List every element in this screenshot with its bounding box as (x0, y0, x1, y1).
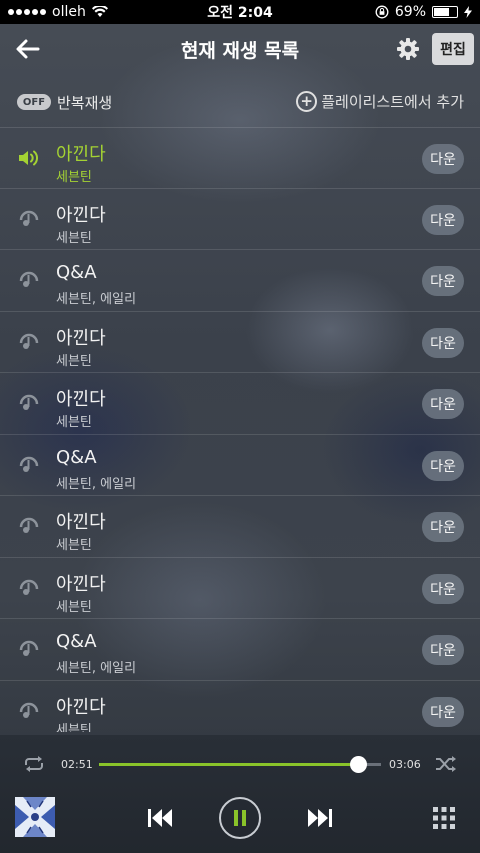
music-note-icon (19, 333, 39, 349)
track-artist: 세븐틴 (56, 415, 92, 430)
track-row[interactable]: 아낀다 세븐틴 다운 (0, 680, 480, 732)
download-button[interactable]: 다운 (422, 389, 464, 419)
repeat-toggle[interactable]: OFF (17, 94, 51, 110)
track-row[interactable]: Q&A 세븐틴, 에일리 다운 (0, 618, 480, 679)
header: 현재 재생 목록 편집 (0, 24, 480, 74)
progress-fill (99, 763, 359, 766)
signal-dots-icon (8, 9, 46, 15)
track-title: Q&A (56, 447, 97, 468)
download-button[interactable]: 다운 (422, 205, 464, 235)
music-note-icon (19, 517, 39, 533)
carrier-label: olleh (52, 4, 86, 20)
music-note-icon (19, 640, 39, 656)
wifi-icon (91, 6, 108, 17)
track-row[interactable]: Q&A 세븐틴, 에일리 다운 (0, 434, 480, 495)
track-title: 아낀다 (56, 389, 106, 410)
track-artist: 세븐틴 (56, 231, 92, 246)
music-note-icon (19, 394, 39, 410)
track-artist: 세븐틴, 에일리 (56, 477, 137, 492)
total-time: 03:06 (389, 758, 421, 771)
options-row: OFF 반복재생 + 플레이리스트에서 추가 (0, 82, 480, 122)
track-title: Q&A (56, 262, 97, 283)
grid-icon[interactable] (432, 806, 456, 830)
music-note-icon (19, 702, 39, 718)
current-time: 02:51 (61, 758, 93, 771)
charging-icon (464, 6, 472, 18)
music-note-icon (19, 271, 39, 287)
add-from-playlist-button[interactable]: + 플레이리스트에서 추가 (296, 91, 464, 112)
add-playlist-label: 플레이리스트에서 추가 (321, 93, 464, 111)
status-bar: olleh 오전 2:04 69% (0, 0, 480, 24)
track-row[interactable]: 아낀다 세븐틴 다운 (0, 495, 480, 556)
progress-handle[interactable] (350, 756, 368, 773)
edit-button[interactable]: 편집 (432, 33, 474, 65)
pause-icon (234, 810, 246, 826)
download-button[interactable]: 다운 (422, 144, 464, 174)
skip-previous-icon[interactable] (146, 805, 174, 831)
orientation-lock-icon (375, 5, 389, 19)
repeat-label: 반복재생 (57, 94, 113, 112)
gear-icon[interactable] (396, 37, 420, 61)
shuffle-icon[interactable] (434, 754, 458, 774)
music-note-icon (19, 210, 39, 226)
track-row[interactable]: 아낀다 세븐틴 다운 (0, 372, 480, 433)
track-title: 아낀다 (56, 328, 106, 349)
track-artist: 세븐틴 (56, 600, 92, 615)
status-time: 오전 2:04 (207, 5, 273, 21)
track-artist: 세븐틴, 에일리 (56, 292, 137, 307)
download-button[interactable]: 다운 (422, 451, 464, 481)
album-art-thumbnail[interactable] (15, 797, 55, 837)
progress-slider[interactable] (99, 756, 381, 773)
track-artist: 세븐틴 (56, 538, 92, 553)
back-button[interactable] (14, 36, 40, 62)
track-artist: 세븐틴, 에일리 (56, 661, 137, 676)
album-cover-image (15, 797, 55, 837)
plus-circle-icon: + (296, 91, 318, 112)
battery-icon (432, 6, 458, 18)
music-note-icon (19, 456, 39, 472)
track-row[interactable]: Q&A 세븐틴, 에일리 다운 (0, 249, 480, 310)
skip-next-icon[interactable] (306, 805, 334, 831)
track-artist: 세븐틴 (56, 354, 92, 369)
track-row[interactable]: 아낀다 세븐틴 다운 (0, 311, 480, 372)
track-list: 아낀다 세븐틴 다운 아낀다 세븐틴 다운 Q&A 세븐틴, 에일리 다운 아낀… (0, 127, 480, 732)
track-artist: 세븐틴 (56, 170, 92, 185)
download-button[interactable]: 다운 (422, 635, 464, 665)
track-title: 아낀다 (56, 144, 106, 165)
battery-percent: 69% (394, 4, 426, 20)
download-button[interactable]: 다운 (422, 266, 464, 296)
repeat-icon[interactable] (22, 754, 46, 774)
track-row[interactable]: 아낀다 세븐틴 다운 (0, 127, 480, 188)
track-artist: 세븐틴 (56, 723, 92, 732)
download-button[interactable]: 다운 (422, 512, 464, 542)
download-button[interactable]: 다운 (422, 697, 464, 727)
pause-button[interactable] (219, 797, 261, 839)
download-button[interactable]: 다운 (422, 574, 464, 604)
track-title: 아낀다 (56, 697, 106, 718)
track-title: 아낀다 (56, 574, 106, 595)
track-title: Q&A (56, 631, 97, 652)
speaker-icon (19, 150, 38, 166)
track-title: 아낀다 (56, 512, 106, 533)
download-button[interactable]: 다운 (422, 328, 464, 358)
track-title: 아낀다 (56, 205, 106, 226)
music-note-icon (19, 579, 39, 595)
track-row[interactable]: 아낀다 세븐틴 다운 (0, 188, 480, 249)
player-bar: 02:51 03:06 (0, 735, 480, 853)
track-row[interactable]: 아낀다 세븐틴 다운 (0, 557, 480, 618)
page-title: 현재 재생 목록 (180, 39, 300, 62)
